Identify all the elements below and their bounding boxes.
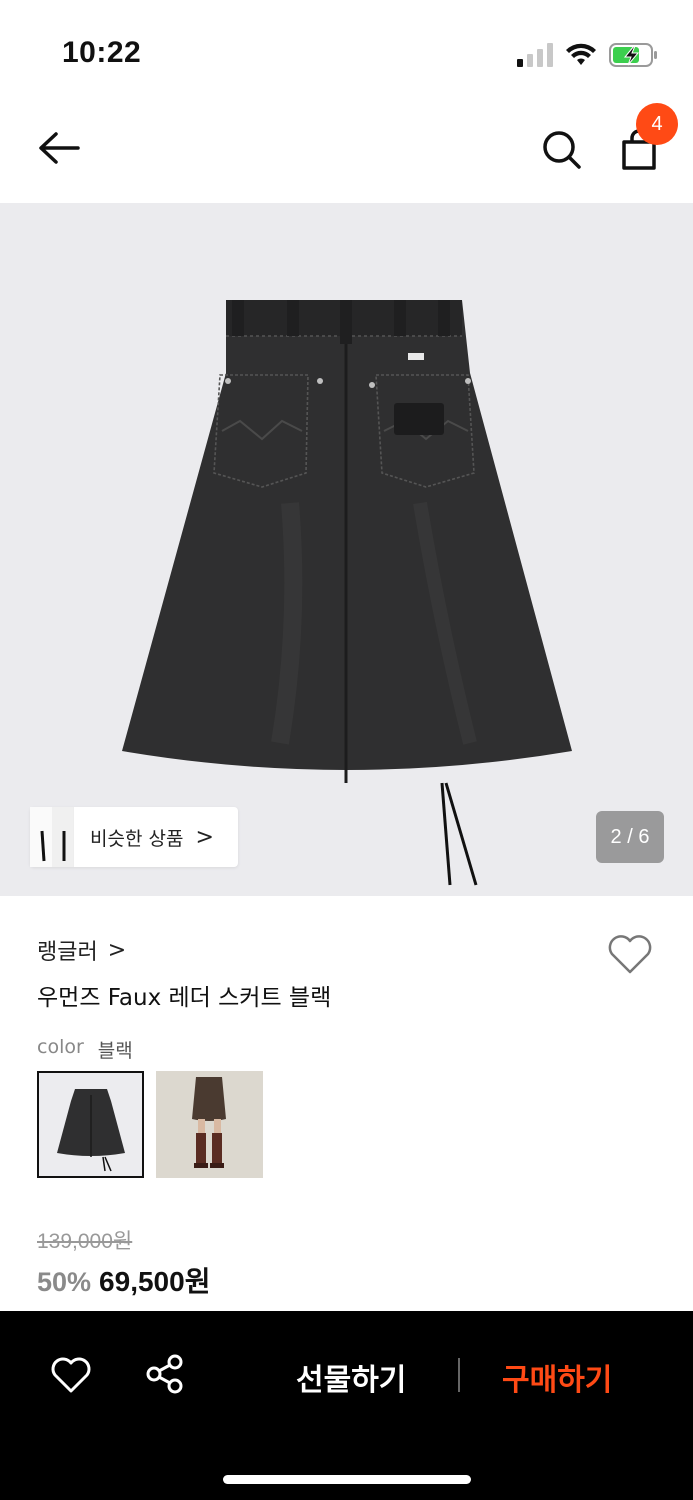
similar-products-thumbnail bbox=[30, 807, 74, 867]
cart-count-badge: 4 bbox=[636, 103, 678, 145]
similar-products-button[interactable]: 비슷한 상품 > bbox=[30, 807, 238, 867]
discount-rate: 50% bbox=[37, 1267, 92, 1297]
status-icons bbox=[517, 40, 659, 70]
similar-products-label: 비슷한 상품 bbox=[90, 827, 184, 850]
arrow-left-icon[interactable] bbox=[34, 126, 84, 170]
original-price: 139,000원 bbox=[37, 1230, 133, 1253]
action-divider bbox=[458, 1358, 460, 1392]
battery-charging-icon bbox=[609, 43, 657, 67]
color-swatches bbox=[37, 1071, 263, 1178]
brand-name: 랭글러 bbox=[37, 940, 98, 965]
product-image bbox=[122, 300, 572, 886]
color-option-label: color bbox=[37, 1036, 84, 1058]
status-time: 10:22 bbox=[62, 36, 142, 69]
search-icon[interactable] bbox=[538, 126, 586, 174]
bottom-action-bar: 선물하기 구매하기 bbox=[0, 1311, 693, 1500]
color-option-row: color 블랙 bbox=[37, 1036, 133, 1063]
color-swatch-black[interactable] bbox=[37, 1071, 144, 1178]
heart-icon[interactable] bbox=[606, 932, 654, 976]
heart-icon[interactable] bbox=[50, 1355, 92, 1395]
image-page-indicator: 2 / 6 bbox=[596, 811, 664, 863]
buy-button[interactable]: 구매하기 bbox=[502, 1355, 612, 1399]
product-image-carousel[interactable]: 비슷한 상품 > 2 / 6 bbox=[0, 203, 693, 896]
sale-price: 69,500원 bbox=[99, 1266, 211, 1297]
wifi-icon bbox=[566, 43, 596, 65]
brand-link[interactable]: 랭글러 > bbox=[37, 934, 126, 966]
price-row: 50% 69,500원 bbox=[37, 1260, 210, 1300]
share-icon[interactable] bbox=[144, 1353, 186, 1395]
product-title: 우먼즈 Faux 레더 스커트 블랙 bbox=[37, 985, 332, 1011]
chevron-right-icon: > bbox=[107, 937, 127, 963]
color-option-value: 블랙 bbox=[97, 1040, 133, 1062]
color-swatch-brown[interactable] bbox=[156, 1071, 263, 1178]
status-bar: 10:22 bbox=[0, 0, 693, 100]
home-indicator bbox=[223, 1475, 471, 1484]
signal-icon bbox=[517, 43, 553, 67]
chevron-right-icon: > bbox=[195, 824, 214, 850]
top-nav bbox=[0, 100, 693, 204]
gift-button[interactable]: 선물하기 bbox=[296, 1355, 406, 1399]
